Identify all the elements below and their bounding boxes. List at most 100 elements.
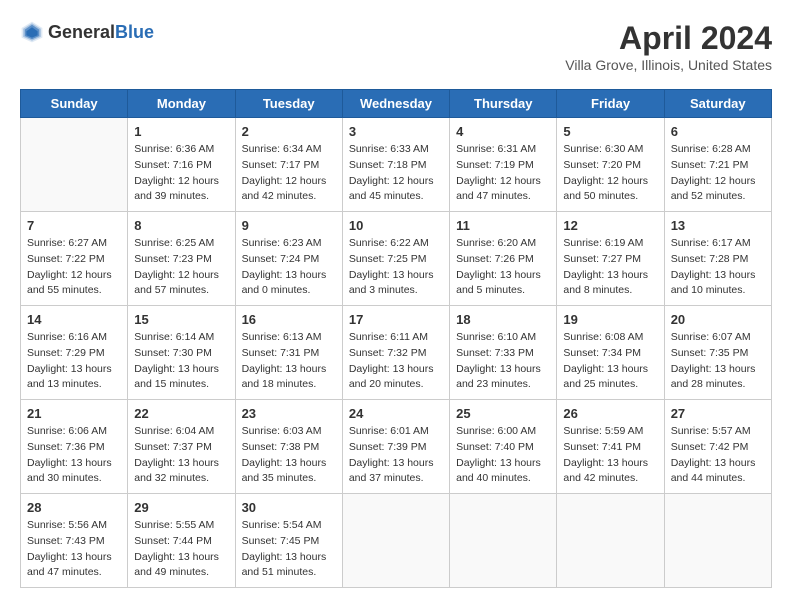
calendar-day: 10Sunrise: 6:22 AMSunset: 7:25 PMDayligh… bbox=[342, 212, 449, 306]
calendar-day bbox=[450, 494, 557, 588]
day-info: Sunrise: 6:30 AMSunset: 7:20 PMDaylight:… bbox=[563, 142, 657, 205]
day-info: Sunrise: 6:36 AMSunset: 7:16 PMDaylight:… bbox=[134, 142, 228, 205]
week-row: 21Sunrise: 6:06 AMSunset: 7:36 PMDayligh… bbox=[21, 400, 772, 494]
week-row: 1 Sunrise: 6:36 AMSunset: 7:16 PMDaylight… bbox=[21, 118, 772, 212]
calendar-day: 6 Sunrise: 6:28 AMSunset: 7:21 PMDaylight… bbox=[664, 118, 771, 212]
day-number: 7 bbox=[27, 218, 121, 233]
weekday-header: Wednesday bbox=[342, 90, 449, 118]
day-number: 5 bbox=[563, 124, 657, 139]
day-info: Sunrise: 5:54 AMSunset: 7:45 PMDaylight:… bbox=[242, 518, 336, 581]
calendar-day: 28Sunrise: 5:56 AMSunset: 7:43 PMDayligh… bbox=[21, 494, 128, 588]
calendar-day: 22 Sunrise: 6:04 AMSunset: 7:37 PMDayligh… bbox=[128, 400, 235, 494]
day-number: 10 bbox=[349, 218, 443, 233]
day-number: 22 bbox=[134, 406, 228, 421]
calendar-day: 20 Sunrise: 6:07 AMSunset: 7:35 PMDayligh… bbox=[664, 306, 771, 400]
day-info: Sunrise: 6:16 AMSunset: 7:29 PMDaylight:… bbox=[27, 330, 121, 393]
calendar-day bbox=[557, 494, 664, 588]
calendar-day: 17 Sunrise: 6:11 AMSunset: 7:32 PMDayligh… bbox=[342, 306, 449, 400]
calendar-day bbox=[21, 118, 128, 212]
calendar-day: 21Sunrise: 6:06 AMSunset: 7:36 PMDayligh… bbox=[21, 400, 128, 494]
calendar-day bbox=[342, 494, 449, 588]
calendar-day: 8 Sunrise: 6:25 AMSunset: 7:23 PMDaylight… bbox=[128, 212, 235, 306]
day-info: Sunrise: 6:04 AMSunset: 7:37 PMDaylight:… bbox=[134, 424, 228, 487]
calendar-day bbox=[664, 494, 771, 588]
day-info: Sunrise: 6:23 AMSunset: 7:24 PMDaylight:… bbox=[242, 236, 336, 299]
day-number: 23 bbox=[242, 406, 336, 421]
calendar-day: 19Sunrise: 6:08 AMSunset: 7:34 PMDayligh… bbox=[557, 306, 664, 400]
calendar-day: 30 Sunrise: 5:54 AMSunset: 7:45 PMDayligh… bbox=[235, 494, 342, 588]
calendar-day: 15 Sunrise: 6:14 AMSunset: 7:30 PMDayligh… bbox=[128, 306, 235, 400]
calendar-day: 23 Sunrise: 6:03 AMSunset: 7:38 PMDayligh… bbox=[235, 400, 342, 494]
day-info: Sunrise: 6:28 AMSunset: 7:21 PMDaylight:… bbox=[671, 142, 765, 205]
calendar-day: 14 Sunrise: 6:16 AMSunset: 7:29 PMDayligh… bbox=[21, 306, 128, 400]
day-info: Sunrise: 6:33 AMSunset: 7:18 PMDaylight:… bbox=[349, 142, 443, 205]
calendar-day: 7 Sunrise: 6:27 AMSunset: 7:22 PMDaylight… bbox=[21, 212, 128, 306]
day-number: 4 bbox=[456, 124, 550, 139]
day-number: 19 bbox=[563, 312, 657, 327]
day-number: 20 bbox=[671, 312, 765, 327]
title-block: April 2024 Villa Grove, Illinois, United… bbox=[565, 20, 772, 73]
calendar-day: 1 Sunrise: 6:36 AMSunset: 7:16 PMDaylight… bbox=[128, 118, 235, 212]
weekday-header: Tuesday bbox=[235, 90, 342, 118]
calendar-day: 5 Sunrise: 6:30 AMSunset: 7:20 PMDaylight… bbox=[557, 118, 664, 212]
calendar-day: 3 Sunrise: 6:33 AMSunset: 7:18 PMDaylight… bbox=[342, 118, 449, 212]
calendar-day: 16Sunrise: 6:13 AMSunset: 7:31 PMDayligh… bbox=[235, 306, 342, 400]
day-number: 6 bbox=[671, 124, 765, 139]
day-number: 17 bbox=[349, 312, 443, 327]
day-number: 30 bbox=[242, 500, 336, 515]
day-number: 18 bbox=[456, 312, 550, 327]
calendar-day: 9 Sunrise: 6:23 AMSunset: 7:24 PMDaylight… bbox=[235, 212, 342, 306]
day-info: Sunrise: 6:27 AMSunset: 7:22 PMDaylight:… bbox=[27, 236, 121, 299]
day-number: 14 bbox=[27, 312, 121, 327]
day-info: Sunrise: 5:59 AMSunset: 7:41 PMDaylight:… bbox=[563, 424, 657, 487]
day-number: 9 bbox=[242, 218, 336, 233]
calendar-day: 2 Sunrise: 6:34 AMSunset: 7:17 PMDaylight… bbox=[235, 118, 342, 212]
weekday-header: Sunday bbox=[21, 90, 128, 118]
day-info: Sunrise: 6:03 AMSunset: 7:38 PMDaylight:… bbox=[242, 424, 336, 487]
day-number: 13 bbox=[671, 218, 765, 233]
day-info: Sunrise: 6:10 AMSunset: 7:33 PMDaylight:… bbox=[456, 330, 550, 393]
day-number: 12 bbox=[563, 218, 657, 233]
calendar-day: 18 Sunrise: 6:10 AMSunset: 7:33 PMDayligh… bbox=[450, 306, 557, 400]
calendar-day: 13Sunrise: 6:17 AMSunset: 7:28 PMDayligh… bbox=[664, 212, 771, 306]
day-number: 2 bbox=[242, 124, 336, 139]
day-number: 15 bbox=[134, 312, 228, 327]
day-info: Sunrise: 6:20 AMSunset: 7:26 PMDaylight:… bbox=[456, 236, 550, 299]
calendar-day: 27 Sunrise: 5:57 AMSunset: 7:42 PMDayligh… bbox=[664, 400, 771, 494]
day-number: 11 bbox=[456, 218, 550, 233]
day-info: Sunrise: 6:25 AMSunset: 7:23 PMDaylight:… bbox=[134, 236, 228, 299]
day-info: Sunrise: 6:00 AMSunset: 7:40 PMDaylight:… bbox=[456, 424, 550, 487]
weekday-header: Saturday bbox=[664, 90, 771, 118]
logo-text: GeneralBlue bbox=[48, 22, 154, 43]
page-header: GeneralBlue April 2024 Villa Grove, Illi… bbox=[20, 20, 772, 73]
calendar-subtitle: Villa Grove, Illinois, United States bbox=[565, 57, 772, 73]
day-info: Sunrise: 6:14 AMSunset: 7:30 PMDaylight:… bbox=[134, 330, 228, 393]
week-row: 14 Sunrise: 6:16 AMSunset: 7:29 PMDayligh… bbox=[21, 306, 772, 400]
weekday-header-row: SundayMondayTuesdayWednesdayThursdayFrid… bbox=[21, 90, 772, 118]
day-number: 8 bbox=[134, 218, 228, 233]
day-info: Sunrise: 6:34 AMSunset: 7:17 PMDaylight:… bbox=[242, 142, 336, 205]
logo-icon bbox=[20, 20, 44, 44]
calendar-table: SundayMondayTuesdayWednesdayThursdayFrid… bbox=[20, 89, 772, 588]
weekday-header: Thursday bbox=[450, 90, 557, 118]
day-number: 25 bbox=[456, 406, 550, 421]
day-number: 29 bbox=[134, 500, 228, 515]
day-number: 16 bbox=[242, 312, 336, 327]
day-number: 3 bbox=[349, 124, 443, 139]
calendar-day: 11 Sunrise: 6:20 AMSunset: 7:26 PMDayligh… bbox=[450, 212, 557, 306]
day-info: Sunrise: 6:11 AMSunset: 7:32 PMDaylight:… bbox=[349, 330, 443, 393]
day-number: 1 bbox=[134, 124, 228, 139]
day-number: 24 bbox=[349, 406, 443, 421]
day-info: Sunrise: 6:07 AMSunset: 7:35 PMDaylight:… bbox=[671, 330, 765, 393]
calendar-day: 24Sunrise: 6:01 AMSunset: 7:39 PMDayligh… bbox=[342, 400, 449, 494]
day-info: Sunrise: 6:19 AMSunset: 7:27 PMDaylight:… bbox=[563, 236, 657, 299]
calendar-day: 12 Sunrise: 6:19 AMSunset: 7:27 PMDayligh… bbox=[557, 212, 664, 306]
day-info: Sunrise: 5:57 AMSunset: 7:42 PMDaylight:… bbox=[671, 424, 765, 487]
day-number: 27 bbox=[671, 406, 765, 421]
calendar-day: 25 Sunrise: 6:00 AMSunset: 7:40 PMDayligh… bbox=[450, 400, 557, 494]
day-info: Sunrise: 6:06 AMSunset: 7:36 PMDaylight:… bbox=[27, 424, 121, 487]
day-info: Sunrise: 5:56 AMSunset: 7:43 PMDaylight:… bbox=[27, 518, 121, 581]
calendar-day: 26Sunrise: 5:59 AMSunset: 7:41 PMDayligh… bbox=[557, 400, 664, 494]
calendar-day: 29Sunrise: 5:55 AMSunset: 7:44 PMDayligh… bbox=[128, 494, 235, 588]
week-row: 7 Sunrise: 6:27 AMSunset: 7:22 PMDaylight… bbox=[21, 212, 772, 306]
